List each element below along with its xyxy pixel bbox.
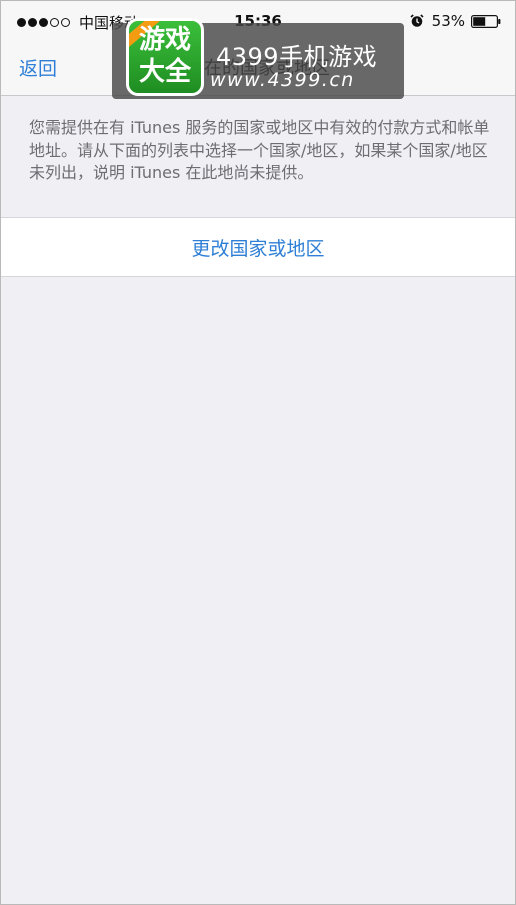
ad-url: www.4399.cn: [210, 69, 355, 91]
phone-screen: 中国移动 15:36 53% 返回 所在的国家或地区: [0, 0, 516, 905]
change-country-button[interactable]: 更改国家或地区: [1, 217, 515, 277]
ad-watermark-banner: 游戏 大全 4399手机游戏 www.4399.cn: [112, 18, 404, 99]
change-country-label: 更改国家或地区: [191, 237, 325, 260]
ad-title: 4399手机游戏: [216, 43, 378, 71]
game-center-logo: 游戏 大全: [126, 18, 204, 96]
info-description: 您需提供在有 iTunes 服务的国家或地区中有效的付款方式和帐单地址。请从下面…: [29, 118, 490, 182]
status-right: 53%: [410, 12, 501, 30]
battery-percentage: 53%: [431, 12, 465, 30]
logo-text-line2: 大全: [138, 57, 191, 87]
battery-icon: [471, 14, 501, 28]
alarm-clock-icon: [410, 14, 424, 27]
logo-text-line1: 游戏: [138, 25, 191, 55]
